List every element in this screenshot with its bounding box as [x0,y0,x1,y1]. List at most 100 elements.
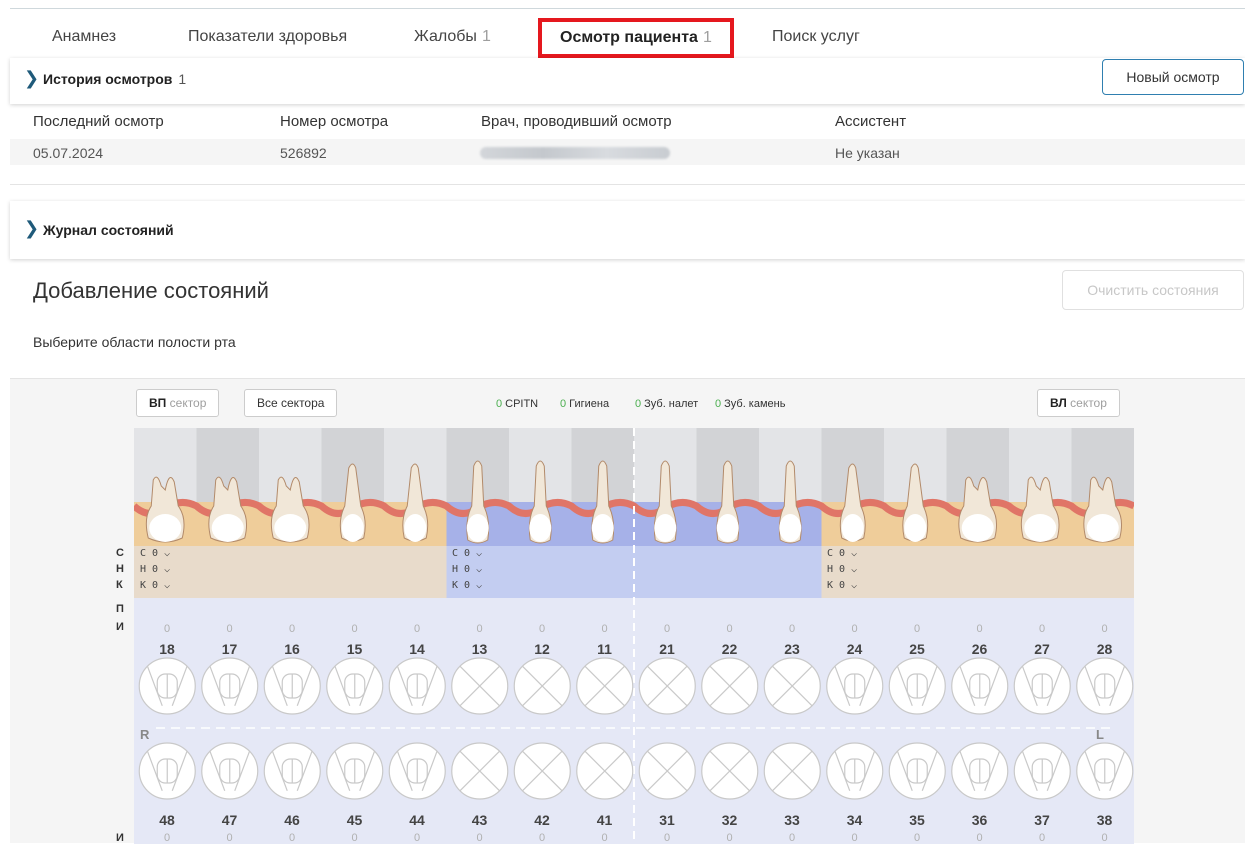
tooth-number: 35 [909,812,925,828]
index-value: 0 [476,623,483,635]
row-label-i-lower: И [116,832,124,844]
tab-patient-exam[interactable]: Осмотр пациента 1 [538,18,734,58]
index-value: 0 [538,623,546,635]
tooth-number: 42 [534,812,550,828]
legend-label: Гигиена [569,398,610,410]
dental-formula-graphic [134,428,1134,844]
chevron-right-icon[interactable]: ❯ [24,218,39,239]
sector-code: ВЛ [1050,396,1067,410]
sector-row-s: С 0 ⌵ [827,548,858,559]
tab-label: Показатели здоровья [188,28,348,45]
index-value: 0 [163,623,171,635]
index-value: 0 [413,832,421,844]
sector-code: ВП [149,396,167,410]
tooth-number: 23 [784,641,800,657]
index-value: 0 [601,623,608,635]
history-count: 1 [178,71,187,87]
legend-plaque: 0 Зуб. налет [635,398,698,410]
tab-anamnesis[interactable]: Анамнез [52,18,116,58]
index-value: 0 [788,832,796,844]
tab-service-search[interactable]: Поиск услуг [772,18,860,58]
tooth-number: 36 [971,812,988,828]
conditions-hint: Выберите области полости рта [33,334,236,350]
upper-right-sector-button[interactable]: ВП сектор [136,389,220,417]
tooth-crown [841,514,864,542]
tooth-crown [529,514,552,542]
legend-label: Зуб. камень [724,398,786,410]
tooth-crown [654,514,677,542]
table-row[interactable]: 05.07.2024 526892 Не указан [10,139,1245,165]
tab-health-indicators[interactable]: Показатели здоровья [188,18,347,58]
tooth-number: 15 [346,641,363,657]
sector-selector-upper-left[interactable]: С 0 ⌵ Н 0 ⌵ К 0 ⌵ [827,546,857,594]
tooth-number: 22 [721,641,738,657]
tooth-number: 12 [534,641,550,657]
chevron-right-icon[interactable]: ❯ [24,68,39,89]
value-k: К 0 [452,580,471,591]
index-value: 0 [1038,832,1046,844]
legend-cpitn: 0 CPITN [496,398,538,410]
value-k: К 0 [140,580,159,591]
value-s: С 0 [452,548,471,559]
index-value: 0 [226,623,233,635]
tab-bar: Анамнез Показатели здоровья Жалобы 1 Осмо… [10,18,1245,58]
dental-chart: ВП сектор Все сектора 0 CPITN 0 Гигиена 0З… [10,378,1245,844]
sector-row-s: С 0 ⌵ [452,548,483,559]
tab-label: Жалобы [414,28,477,45]
tooth-crown [274,514,307,542]
tooth-number: 24 [846,641,863,657]
sector-selector-front[interactable]: С 0 ⌵ Н 0 ⌵ К 0 ⌵ [452,546,482,594]
col-doctor: Врач, проводивший осмотр [481,113,672,130]
sector-selector-upper-right[interactable]: С 0 ⌵ Н 0 ⌵ К 0 ⌵ [140,546,170,594]
col-assistant: Ассистент [835,113,907,130]
value-s: С 0 [827,548,846,559]
sector-row-k: К 0 ⌵ [452,580,483,591]
sector-row-s: С 0 ⌵ [140,548,171,559]
tab-count: 1 [481,28,491,45]
tooth-number: 46 [284,812,300,828]
index-value: 0 [726,623,733,635]
upper-left-sector-button[interactable]: ВЛ сектор [1037,389,1120,417]
tooth-crown [1086,514,1119,542]
tooth-number: 38 [1096,812,1113,828]
legend-calculus: 0 Зуб. камень [715,398,785,410]
sector-row-n: Н 0 ⌵ [452,564,483,575]
all-sectors-button[interactable]: Все сектора [244,389,338,417]
tooth-crown [404,514,427,542]
value-n: Н 0 [140,564,159,575]
index-value: 0 [288,623,296,635]
tooth-number: 32 [721,812,738,828]
tab-complaints[interactable]: Жалобы 1 [414,18,491,58]
tooth-number: 21 [659,641,675,657]
history-title: История осмотров 1 [43,71,186,87]
clear-conditions-button[interactable]: Очистить состояния [1062,270,1244,310]
tooth-number: 31 [659,812,675,828]
index-value: 0 [1038,623,1046,635]
sector-word: сектор [169,396,207,410]
sector-row-k: К 0 ⌵ [827,580,858,591]
legend-count: 0 [715,398,722,410]
tooth-number: 48 [159,812,175,828]
exam-date: 05.07.2024 [33,145,104,161]
tooth-crown [716,514,739,542]
sector-word: сектор [1070,396,1107,410]
side-left-label: L [1096,727,1104,742]
new-exam-button[interactable]: Новый осмотр [1102,59,1244,95]
journal-panel-header[interactable]: ❯ Журнал состояний [10,201,1245,259]
index-value: 0 [851,623,858,635]
tooth-number: 41 [596,812,613,828]
tooth-number: 27 [1034,641,1050,657]
row-label-k: К [116,579,123,591]
tooth-number: 34 [846,812,863,828]
tooth-crown [779,514,802,542]
index-value: 0 [726,832,733,844]
col-last-exam: Последний осмотр [33,113,164,130]
value-s: С 0 [140,548,159,559]
history-panel-header[interactable]: ❯ История осмотров 1 Новый осмотр [10,58,1245,104]
tab-label: Поиск услуг [772,28,860,45]
col-exam-number: Номер осмотра [280,113,389,130]
tooth-number: 47 [221,812,238,828]
value-n: Н 0 [827,564,846,575]
index-value: 0 [538,832,546,844]
index-value: 0 [976,623,983,635]
